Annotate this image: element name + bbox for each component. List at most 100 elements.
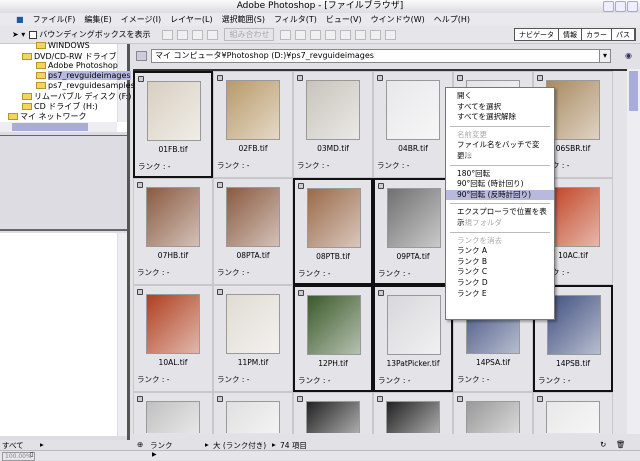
tree-item[interactable]: Adobe Photoshop: [36, 61, 118, 70]
context-menu-item[interactable]: すべてを選択: [446, 102, 554, 113]
thumbnail-image: [307, 295, 361, 355]
context-menu-item[interactable]: ランク C: [446, 267, 554, 278]
tree-item[interactable]: ps7_revguideimages: [36, 71, 131, 80]
status-arrow-icon[interactable]: ▶: [152, 451, 157, 458]
align-icon[interactable]: [192, 29, 204, 40]
tree-item[interactable]: マイ ネットワーク: [8, 111, 87, 122]
thumbnail-cell[interactable]: 03MD.tif ランク : -: [293, 71, 373, 178]
palette-tab[interactable]: ナビゲータ: [515, 29, 559, 40]
thumbnail-cell[interactable]: [453, 392, 533, 434]
context-menu-item[interactable]: 90°回転 (反時計回り): [446, 189, 554, 201]
thumbnail-cell[interactable]: 07HB.tif ランク : -: [133, 178, 213, 285]
context-menu-item[interactable]: 180°回転: [446, 169, 554, 180]
menu-item[interactable]: ビュー(V): [326, 14, 362, 25]
rotate-icon[interactable]: ↻: [600, 440, 606, 449]
thumbnail-cell[interactable]: [373, 392, 453, 434]
align-icon[interactable]: [207, 29, 219, 40]
tree-item[interactable]: WINDOWS: [36, 41, 90, 50]
thumbnail-cell[interactable]: [293, 392, 373, 434]
menu-item[interactable]: レイヤー(L): [170, 14, 212, 25]
tree-hscrollbar[interactable]: [0, 122, 117, 132]
thumbnail-cell[interactable]: [133, 392, 213, 434]
thumbnail-image: [226, 187, 280, 247]
file-name: 08PTB.tif: [316, 252, 350, 261]
thumbnail-cell[interactable]: 02FB.tif ランク : -: [213, 71, 293, 178]
thumbnail-cell[interactable]: 01FB.tif ランク : -: [133, 71, 213, 178]
distribute-icon[interactable]: [370, 29, 382, 40]
rank-label: ランク : -: [217, 161, 250, 170]
combine-button[interactable]: 組み合わせ: [224, 28, 275, 41]
bounding-box-checkbox[interactable]: [29, 30, 38, 39]
maximize-button[interactable]: [615, 1, 626, 12]
lock-icon: [377, 396, 383, 402]
distribute-icon[interactable]: [340, 29, 352, 40]
align-icon[interactable]: [280, 29, 292, 40]
context-menu-item[interactable]: ファイル名をバッチで変更...: [446, 140, 554, 160]
grid-scrollbar[interactable]: [627, 69, 640, 434]
palette-tab[interactable]: パス: [612, 29, 635, 40]
menu-item[interactable]: ウインドウ(W): [371, 14, 425, 25]
context-menu-item[interactable]: 開く: [446, 91, 554, 102]
thumbnail-cell[interactable]: [533, 392, 613, 434]
info-scrollbar[interactable]: [117, 233, 127, 436]
palette-menu-icon[interactable]: ◉: [625, 51, 632, 60]
align-icon[interactable]: [162, 29, 174, 40]
context-menu-item[interactable]: ランクを消去: [446, 236, 554, 247]
align-icon[interactable]: [295, 29, 307, 40]
align-icon[interactable]: [177, 29, 189, 40]
align-icon[interactable]: [325, 29, 337, 40]
rank-label: ランク : -: [538, 376, 571, 385]
lock-icon: [137, 396, 143, 402]
menu-item[interactable]: 編集(E): [84, 14, 111, 25]
trash-icon[interactable]: 🗑: [616, 440, 626, 449]
context-menu-item[interactable]: ランク A: [446, 246, 554, 257]
file-name: 03MD.tif: [317, 144, 349, 153]
document-icon: ▯: [30, 451, 34, 458]
menu-item[interactable]: ヘルプ(H): [434, 14, 470, 25]
context-menu-item[interactable]: 削除: [446, 151, 554, 162]
thumbnail-image: [147, 81, 201, 141]
palette-tab[interactable]: カラー: [582, 29, 612, 40]
align-icon[interactable]: [310, 29, 322, 40]
thumbnail-cell[interactable]: [213, 392, 293, 434]
thumbnail-cell[interactable]: 12PH.tif ランク : -: [293, 285, 373, 392]
lock-icon: [297, 396, 303, 402]
computer-icon: [136, 51, 147, 61]
context-menu-item[interactable]: 新規フォルダ: [446, 218, 554, 229]
palette-tab[interactable]: 情報: [559, 29, 582, 40]
context-menu-item[interactable]: ランク D: [446, 278, 554, 289]
path-dropdown[interactable]: マイ コンピュータ¥Photoshop (D:)¥ps7_revguideima…: [151, 49, 611, 63]
chevron-down-icon[interactable]: ▾: [599, 50, 610, 62]
lock-icon: [457, 75, 463, 81]
move-tool-icon[interactable]: ➤ ▾: [12, 30, 25, 39]
thumbnail-cell[interactable]: 10AL.tif ランク : -: [133, 285, 213, 392]
context-menu-item[interactable]: 名前変更: [446, 130, 554, 141]
menu-item[interactable]: フィルタ(T): [274, 14, 317, 25]
lock-icon: [297, 75, 303, 81]
menu-item[interactable]: ファイル(F): [33, 14, 76, 25]
thumbnail-cell[interactable]: 04BR.tif ランク : -: [373, 71, 453, 178]
menu-item[interactable]: イメージ(I): [121, 14, 161, 25]
thumbnail-cell[interactable]: 08PTA.tif ランク : -: [213, 178, 293, 285]
preview-pane: [0, 135, 127, 231]
left-panel: WINDOWS DVD/CD-RW ドライブ Adobe Photoshop ps7_…: [0, 41, 135, 440]
thumbnail-cell[interactable]: 11PM.tif ランク : -: [213, 285, 293, 392]
thumbnail-cell[interactable]: 08PTB.tif ランク : -: [293, 178, 373, 285]
thumbnail-cell[interactable]: 09PTA.tif ランク : -: [373, 178, 453, 285]
thumbnail-cell[interactable]: 13PatPicker.tif ランク : -: [373, 285, 453, 392]
minimize-button[interactable]: [603, 1, 614, 12]
lock-icon: [378, 183, 384, 189]
rank-label: ランク : -: [298, 376, 331, 385]
context-menu-item[interactable]: 90°回転 (時計回り): [446, 179, 554, 190]
distribute-icon[interactable]: [385, 29, 397, 40]
context-menu-item[interactable]: エクスプローラで位置を表示: [446, 207, 554, 227]
context-menu-item[interactable]: すべてを選択解除: [446, 112, 554, 123]
close-button[interactable]: [627, 1, 638, 12]
menu-item[interactable]: 選択範囲(S): [222, 14, 265, 25]
context-menu-item[interactable]: ランク E: [446, 289, 554, 300]
tree-item[interactable]: ps7_revguidesamples: [36, 81, 135, 90]
path-bar: マイ コンピュータ¥Photoshop (D:)¥ps7_revguideima…: [133, 47, 640, 67]
rank-label: ランク : -: [217, 375, 250, 384]
context-menu-item[interactable]: ランク B: [446, 257, 554, 268]
distribute-icon[interactable]: [355, 29, 367, 40]
